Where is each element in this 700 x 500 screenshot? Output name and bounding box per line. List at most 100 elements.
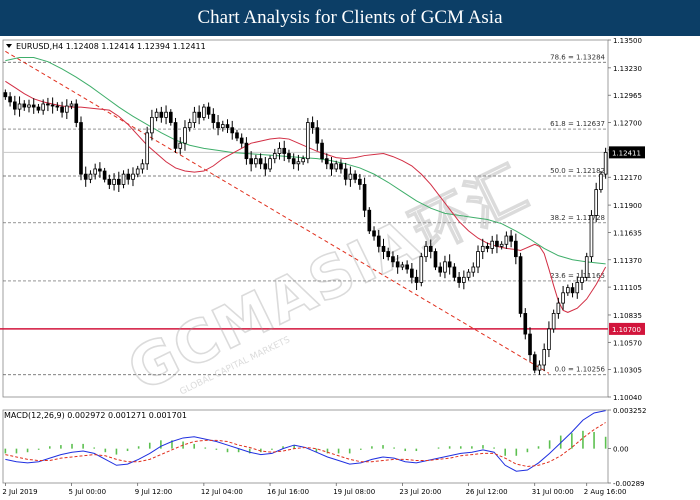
price-tick-label: 1.12170 <box>613 174 642 182</box>
candle-body <box>310 122 315 129</box>
price-tick-label: 1.12700 <box>613 120 642 128</box>
candle-body <box>528 333 532 356</box>
candle-body <box>254 158 258 165</box>
candle-body <box>50 104 55 107</box>
price-tick-label: 1.10835 <box>613 312 642 320</box>
candle-body <box>532 354 537 371</box>
price-tick-label: 1.13230 <box>613 65 642 73</box>
candle <box>367 207 372 234</box>
candle-body <box>391 256 395 263</box>
candle-body <box>570 287 575 294</box>
candle-body <box>112 178 116 185</box>
candle <box>306 117 310 164</box>
candle-body <box>542 349 547 366</box>
candle-body <box>353 173 357 180</box>
candle-body <box>485 245 490 249</box>
candle-body <box>8 96 12 103</box>
candle-body <box>566 287 570 294</box>
candle-body <box>575 282 580 294</box>
candle-body <box>561 292 565 304</box>
candle-body <box>509 235 513 242</box>
candle-body <box>41 103 45 111</box>
candle-body <box>145 132 149 165</box>
candle-body <box>589 215 594 258</box>
candle-body <box>547 328 551 350</box>
candle-body <box>320 142 324 160</box>
candle-body <box>244 142 249 160</box>
candle-body <box>164 111 168 118</box>
candle <box>518 252 523 318</box>
candle-body <box>258 158 263 165</box>
candle <box>320 139 324 163</box>
candle-body <box>27 104 31 108</box>
candle-body <box>187 122 192 129</box>
candle-body <box>537 364 542 371</box>
time-tick-label: 26 Jul 12:00 <box>466 488 508 496</box>
candle-body <box>329 163 334 170</box>
candle <box>419 252 424 287</box>
candle-body <box>334 163 339 170</box>
macd-tick-label: -0.00289 <box>613 480 644 488</box>
price-tick-label: 1.11900 <box>613 202 642 210</box>
candle-body <box>36 106 41 111</box>
time-tick-label: 2 Aug 16:00 <box>584 488 627 496</box>
candle-body <box>121 173 126 185</box>
candle-body <box>220 124 225 129</box>
candle-body <box>60 106 64 113</box>
candle-body <box>46 103 50 106</box>
time-tick-label: 16 Jul 16:00 <box>267 488 309 496</box>
candle-body <box>400 264 405 268</box>
candle-body <box>272 153 277 160</box>
candle-body <box>225 124 230 129</box>
candle-body <box>306 122 310 160</box>
candle-body <box>69 103 74 107</box>
candle-body <box>154 111 159 118</box>
time-tick-label: 2 Jul 2019 <box>2 488 37 496</box>
candle-body <box>150 116 154 134</box>
candle-body <box>135 168 140 175</box>
price-tick-label: 1.13500 <box>613 37 642 45</box>
fib-label-1: 61.8 = 1.12637 <box>550 120 605 128</box>
candle-body <box>263 163 268 170</box>
price-tick-label: 1.11370 <box>613 257 642 265</box>
candle-body <box>594 189 599 216</box>
candle-body <box>315 127 320 144</box>
price-tick-label: 1.12965 <box>613 92 642 100</box>
price-tick-label: 1.10040 <box>613 394 642 402</box>
candle-body <box>287 153 291 160</box>
candle-body <box>296 161 301 165</box>
time-tick-label: 12 Jul 04:00 <box>201 488 243 496</box>
candle-body <box>126 173 131 180</box>
price-tick-label: 1.10570 <box>613 339 642 347</box>
candle-body <box>584 256 589 278</box>
candle-body <box>74 103 79 123</box>
current-price-label: 1.12411 <box>612 149 641 157</box>
time-tick-label: 5 Jul 00:00 <box>69 488 107 496</box>
candle-body <box>462 276 466 283</box>
candle-body <box>239 137 244 144</box>
candle-body <box>55 105 60 108</box>
candle-body <box>249 158 253 165</box>
candle-body <box>216 122 220 129</box>
chart-canvas: 78.6 = 1.13284 61.8 = 1.12637 50.0 = 1.121… <box>0 36 700 500</box>
candle-body <box>102 170 107 180</box>
candle-body <box>362 184 367 211</box>
candle-body <box>197 111 201 118</box>
candle-body <box>282 147 287 154</box>
price-tick-label: 1.10305 <box>613 367 642 375</box>
candle-body <box>499 243 504 247</box>
candle <box>599 171 603 193</box>
candle <box>589 210 594 263</box>
candle-body <box>192 111 197 123</box>
candle-body <box>348 173 353 180</box>
candle-body <box>556 302 561 314</box>
candle-body <box>551 313 556 330</box>
candle <box>603 147 608 179</box>
chart-title: Chart Analysis for Clients of GCM Asia <box>0 0 700 36</box>
candle-body <box>17 103 22 110</box>
candle-body <box>202 106 206 118</box>
candle-body <box>230 127 235 134</box>
candle-body <box>107 178 112 185</box>
candle-body <box>235 132 239 139</box>
support-price-label: 1.10700 <box>612 326 641 334</box>
